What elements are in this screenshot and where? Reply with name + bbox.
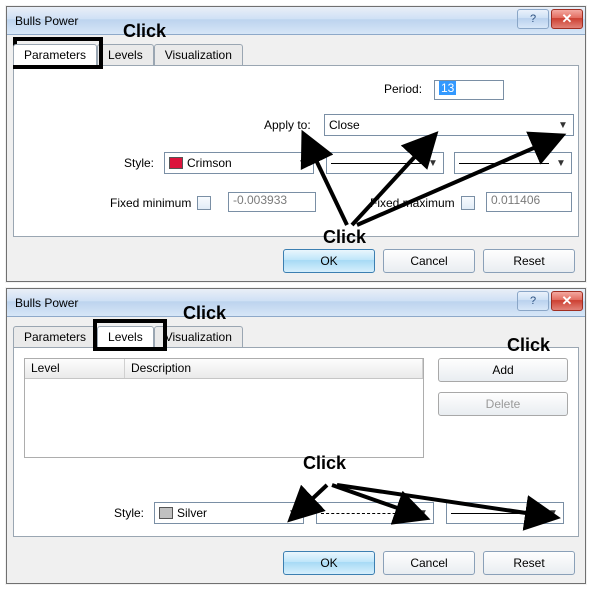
tabstrip: Parameters Levels Visualization — [7, 35, 585, 65]
tab-levels[interactable]: Levels — [97, 326, 154, 347]
close-button[interactable]: ✕ — [551, 9, 583, 29]
apply-to-combo[interactable]: Close ▼ — [324, 114, 574, 136]
col-description[interactable]: Description — [125, 359, 423, 378]
cancel-button[interactable]: Cancel — [383, 249, 475, 273]
fixed-max-label: Fixed maximum — [370, 196, 455, 210]
ok-button[interactable]: OK — [283, 249, 375, 273]
color-swatch — [169, 157, 183, 169]
col-level[interactable]: Level — [25, 359, 125, 378]
dialog-button-row: OK Cancel Reset — [283, 551, 575, 575]
line-style-preview — [331, 163, 421, 164]
chevron-down-icon: ▼ — [415, 503, 431, 523]
bulls-power-levels-dialog: Bulls Power ? ✕ Parameters Levels Visual… — [6, 288, 586, 584]
titlebar[interactable]: Bulls Power ? ✕ — [7, 7, 585, 35]
fixed-max-checkbox[interactable] — [461, 196, 475, 210]
reset-button[interactable]: Reset — [483, 249, 575, 273]
help-icon: ? — [530, 295, 536, 307]
chevron-down-icon: ▼ — [555, 115, 571, 135]
period-label: Period: — [384, 82, 422, 96]
bulls-power-parameters-dialog: Bulls Power ? ✕ Parameters Levels Visual… — [6, 6, 586, 282]
style-color-combo[interactable]: Crimson ▼ — [164, 152, 314, 174]
style-color-combo[interactable]: Silver ▼ — [154, 502, 304, 524]
cancel-button[interactable]: Cancel — [383, 551, 475, 575]
line-style-preview — [321, 513, 411, 514]
help-button[interactable]: ? — [517, 9, 549, 29]
tabstrip: Parameters Levels Visualization — [7, 317, 585, 347]
tab-parameters[interactable]: Parameters — [13, 44, 97, 65]
tab-visualization[interactable]: Visualization — [154, 44, 243, 65]
dialog-button-row: OK Cancel Reset — [283, 249, 575, 273]
period-input[interactable]: 13 — [434, 80, 504, 100]
chevron-down-icon: ▼ — [553, 153, 569, 173]
window-title: Bulls Power — [15, 296, 78, 310]
listview-header: Level Description — [25, 359, 423, 379]
close-icon: ✕ — [562, 11, 573, 27]
fixed-max-input[interactable]: 0.011406 — [486, 192, 572, 212]
tab-visualization[interactable]: Visualization — [154, 326, 243, 347]
help-icon: ? — [530, 13, 536, 25]
style-width-combo[interactable]: ▼ — [454, 152, 572, 174]
help-button[interactable]: ? — [517, 291, 549, 311]
style-line-combo[interactable]: ▼ — [316, 502, 434, 524]
fixed-min-input[interactable]: -0.003933 — [228, 192, 316, 212]
fixed-min-label: Fixed minimum — [110, 196, 191, 210]
delete-button[interactable]: Delete — [438, 392, 568, 416]
window-title: Bulls Power — [15, 14, 78, 28]
titlebar[interactable]: Bulls Power ? ✕ — [7, 289, 585, 317]
tab-levels[interactable]: Levels — [97, 44, 154, 65]
levels-panel: Level Description Add Delete Style: Silv… — [13, 347, 579, 537]
style-width-combo[interactable]: ▼ — [446, 502, 564, 524]
style-label: Style: — [124, 156, 154, 170]
color-swatch — [159, 507, 173, 519]
style-line-combo[interactable]: ▼ — [326, 152, 444, 174]
style-label: Style: — [114, 506, 144, 520]
line-width-preview — [451, 513, 541, 514]
chevron-down-icon: ▼ — [295, 153, 311, 173]
reset-button[interactable]: Reset — [483, 551, 575, 575]
chevron-down-icon: ▼ — [425, 153, 441, 173]
line-width-preview — [459, 163, 549, 164]
parameters-panel: Period: 13 Apply to: Close ▼ Style: Crim… — [13, 65, 579, 237]
levels-listview[interactable]: Level Description — [24, 358, 424, 458]
chevron-down-icon: ▼ — [285, 503, 301, 523]
close-icon: ✕ — [562, 293, 573, 309]
ok-button[interactable]: OK — [283, 551, 375, 575]
tab-parameters[interactable]: Parameters — [13, 326, 97, 347]
close-button[interactable]: ✕ — [551, 291, 583, 311]
add-button[interactable]: Add — [438, 358, 568, 382]
chevron-down-icon: ▼ — [545, 503, 561, 523]
apply-to-label: Apply to: — [264, 118, 311, 132]
fixed-min-checkbox[interactable] — [197, 196, 211, 210]
